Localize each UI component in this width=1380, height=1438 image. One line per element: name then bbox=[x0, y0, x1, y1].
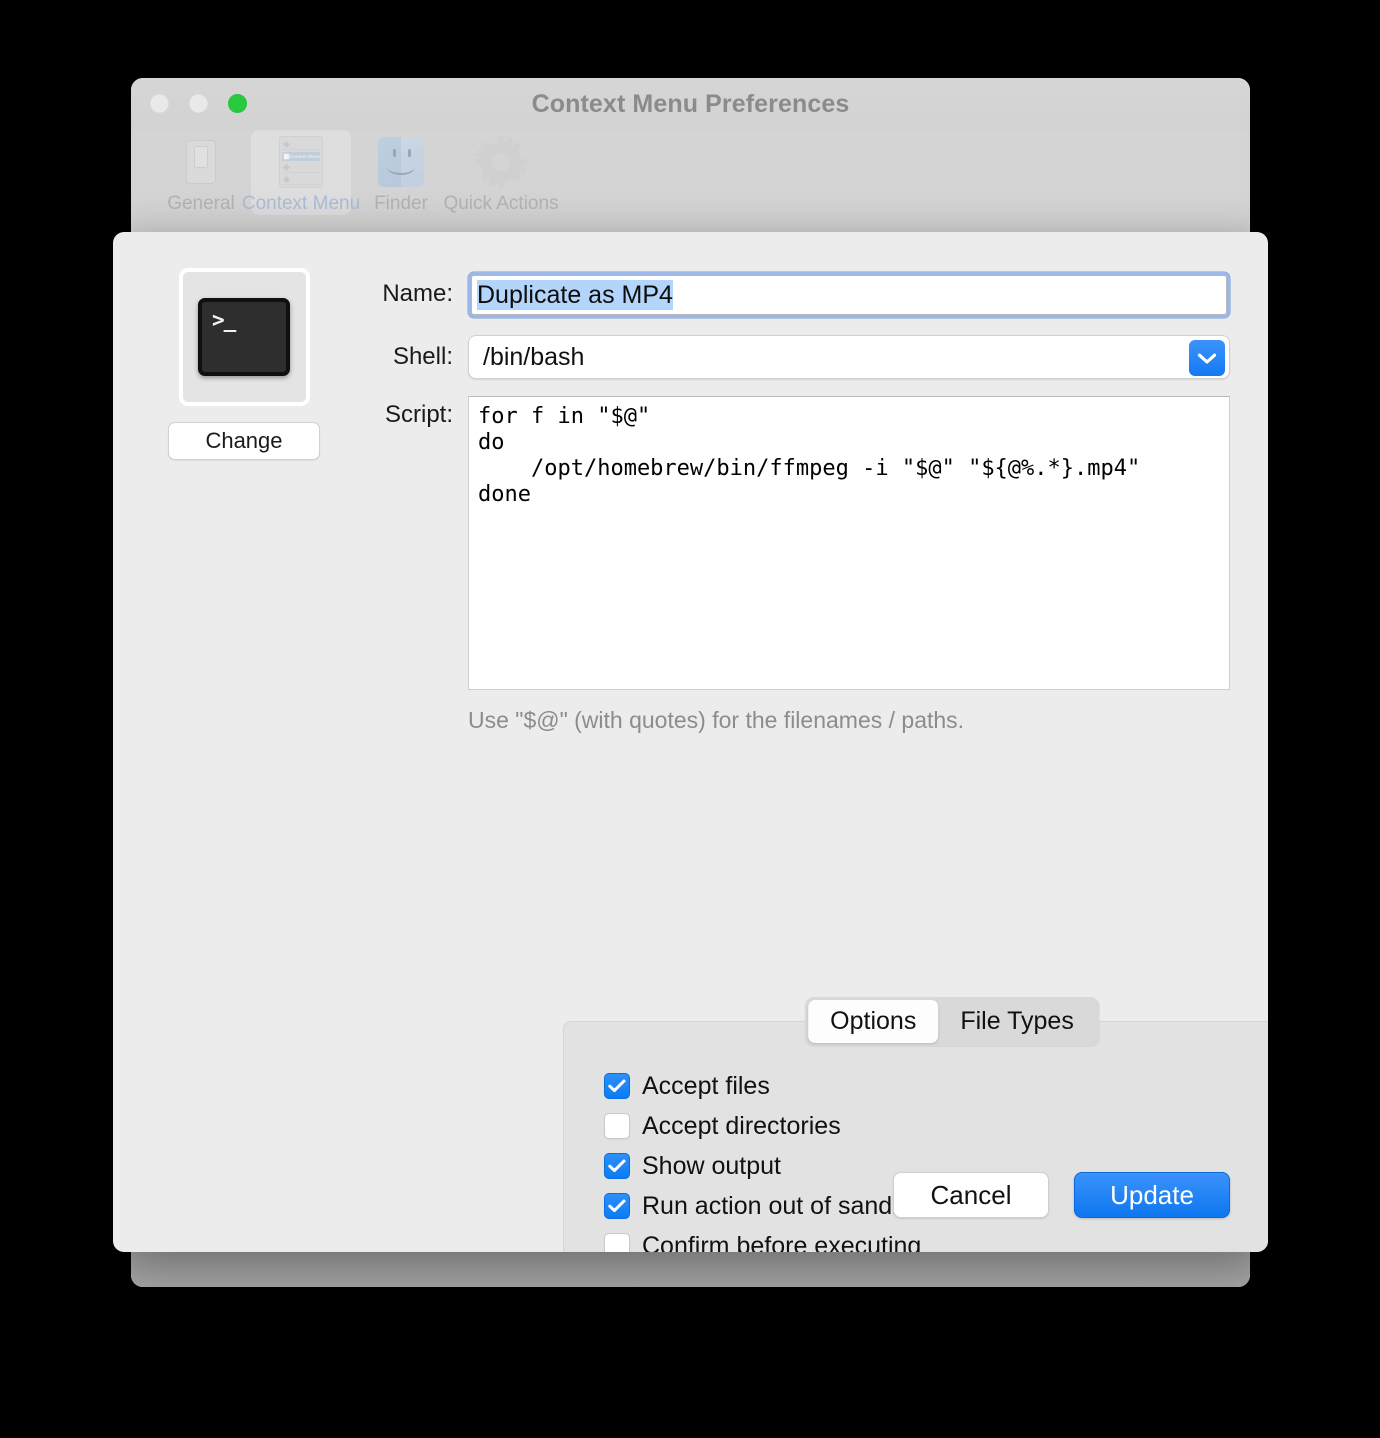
script-textarea-value: for f in "$@" do /opt/homebrew/bin/ffmpe… bbox=[478, 404, 1220, 508]
option-label-show-output: Show output bbox=[642, 1152, 781, 1181]
name-input-focus-ring: Duplicate as MP4 bbox=[468, 272, 1230, 318]
terminal-icon: >_ bbox=[198, 298, 290, 376]
shell-dropdown-value: /bin/bash bbox=[469, 343, 584, 372]
option-confirm-before-executing[interactable]: Confirm before executing bbox=[604, 1226, 932, 1252]
options-tab-bar: Options File Types bbox=[805, 997, 1099, 1046]
toolbar-label-context-menu: Context Menu bbox=[242, 193, 360, 215]
toolbar-label-finder: Finder bbox=[374, 193, 428, 215]
shell-field-row: Shell: /bin/bash bbox=[353, 335, 1230, 379]
finder-face-icon bbox=[373, 134, 429, 190]
shell-dropdown[interactable]: /bin/bash bbox=[468, 335, 1230, 379]
option-label-accept-directories: Accept directories bbox=[642, 1112, 841, 1141]
window-title: Context Menu Preferences bbox=[131, 90, 1250, 119]
chevron-down-icon[interactable] bbox=[1189, 340, 1225, 376]
toolbar-item-context-menu[interactable]: Context Menu Context Menu bbox=[251, 130, 351, 215]
option-label-run-out-of-sandbox: Run action out of sandbox bbox=[642, 1192, 932, 1221]
terminal-prompt-glyph: >_ bbox=[212, 310, 235, 331]
toolbar-label-general: General bbox=[167, 193, 235, 215]
checkbox-show-output[interactable] bbox=[604, 1153, 630, 1179]
sheet-footer-buttons: Cancel Update bbox=[893, 1172, 1230, 1218]
cancel-button[interactable]: Cancel bbox=[893, 1172, 1049, 1218]
checkbox-accept-files[interactable] bbox=[604, 1073, 630, 1099]
action-icon-well[interactable]: >_ bbox=[179, 268, 310, 406]
script-hint-text: Use "$@" (with quotes) for the filenames… bbox=[468, 707, 1230, 734]
toolbar-item-quick-actions[interactable]: Quick Actions bbox=[451, 130, 551, 215]
preferences-toolbar: General Context Menu Context Menu bbox=[131, 130, 1250, 241]
checkbox-run-out-of-sandbox[interactable] bbox=[604, 1193, 630, 1219]
desktop-backdrop: Context Menu Preferences General Context… bbox=[0, 0, 1380, 1438]
gear-icon bbox=[473, 134, 529, 190]
update-button[interactable]: Update bbox=[1074, 1172, 1230, 1218]
action-icon-column: >_ Change bbox=[163, 268, 325, 460]
name-field-row: Name: Duplicate as MP4 bbox=[353, 272, 1230, 318]
name-input-value: Duplicate as MP4 bbox=[477, 280, 673, 310]
tab-options[interactable]: Options bbox=[808, 1000, 938, 1043]
option-show-output[interactable]: Show output bbox=[604, 1146, 932, 1186]
options-checkbox-list: Accept files Accept directories Show out… bbox=[604, 1066, 932, 1252]
name-input[interactable]: Duplicate as MP4 bbox=[471, 275, 1227, 315]
option-label-accept-files: Accept files bbox=[642, 1072, 770, 1101]
toolbar-item-finder[interactable]: Finder bbox=[351, 130, 451, 215]
context-menu-icon-item-text: Context Menu bbox=[290, 154, 321, 160]
script-textarea[interactable]: for f in "$@" do /opt/homebrew/bin/ffmpe… bbox=[468, 396, 1230, 690]
script-field-label: Script: bbox=[353, 396, 468, 434]
option-label-confirm-before-executing: Confirm before executing bbox=[642, 1232, 921, 1253]
name-field-label: Name: bbox=[353, 272, 468, 316]
change-icon-button[interactable]: Change bbox=[168, 422, 320, 460]
option-run-out-of-sandbox[interactable]: Run action out of sandbox bbox=[604, 1186, 932, 1226]
context-menu-icon: Context Menu bbox=[273, 134, 329, 190]
switch-icon bbox=[173, 134, 229, 190]
script-field-row: Script: for f in "$@" do /opt/homebrew/b… bbox=[353, 396, 1230, 690]
toolbar-item-general[interactable]: General bbox=[151, 130, 251, 215]
window-titlebar: Context Menu Preferences bbox=[131, 78, 1250, 130]
edit-action-sheet: >_ Change Name: Duplicate as MP4 Shell: … bbox=[113, 232, 1268, 1252]
action-form: Name: Duplicate as MP4 Shell: /bin/bash bbox=[353, 272, 1230, 734]
checkbox-accept-directories[interactable] bbox=[604, 1113, 630, 1139]
shell-field-label: Shell: bbox=[353, 335, 468, 379]
checkbox-confirm-before-executing[interactable] bbox=[604, 1233, 630, 1252]
option-accept-directories[interactable]: Accept directories bbox=[604, 1106, 932, 1146]
option-accept-files[interactable]: Accept files bbox=[604, 1066, 932, 1106]
tab-file-types[interactable]: File Types bbox=[938, 1000, 1095, 1043]
toolbar-label-quick-actions: Quick Actions bbox=[443, 193, 558, 215]
